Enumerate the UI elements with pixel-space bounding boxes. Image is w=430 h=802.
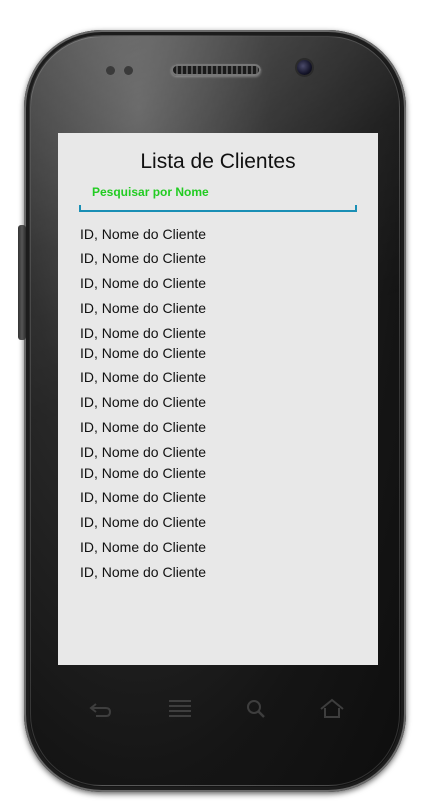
client-list-item[interactable]: ID, Nome do Cliente — [80, 250, 206, 266]
proximity-sensor — [106, 66, 115, 75]
light-sensor — [124, 66, 133, 75]
client-list-item[interactable]: ID, Nome do Cliente — [80, 369, 206, 385]
search-input-label: Pesquisar por Nome — [92, 185, 209, 199]
client-list-item[interactable]: ID, Nome do Cliente — [80, 539, 206, 555]
client-list-item[interactable]: ID, Nome do Cliente — [80, 564, 206, 580]
client-list-item[interactable]: ID, Nome do Cliente — [80, 300, 206, 316]
client-list-item[interactable]: ID, Nome do Cliente — [80, 226, 206, 242]
page-title: Lista de Clientes — [140, 150, 296, 173]
menu-icon[interactable] — [166, 696, 194, 722]
client-list-item[interactable]: ID, Nome do Cliente — [80, 394, 206, 410]
back-icon[interactable] — [86, 696, 114, 722]
client-list-item[interactable]: ID, Nome do Cliente — [80, 345, 206, 361]
client-list-item[interactable]: ID, Nome do Cliente — [80, 465, 206, 481]
front-camera — [297, 60, 312, 75]
earpiece-speaker — [171, 64, 261, 76]
search-icon[interactable] — [242, 696, 270, 722]
client-list-item[interactable]: ID, Nome do Cliente — [80, 444, 206, 460]
client-list-item[interactable]: ID, Nome do Cliente — [80, 514, 206, 530]
volume-button — [18, 225, 26, 340]
app-screen: Lista de Clientes Pesquisar por Nome ID,… — [58, 133, 378, 665]
client-list-item[interactable]: ID, Nome do Cliente — [80, 489, 206, 505]
client-list-item[interactable]: ID, Nome do Cliente — [80, 325, 206, 341]
client-list-item[interactable]: ID, Nome do Cliente — [80, 419, 206, 435]
search-input[interactable] — [79, 205, 357, 212]
client-list-item[interactable]: ID, Nome do Cliente — [80, 275, 206, 291]
navigation-bar — [58, 690, 378, 730]
home-icon[interactable] — [318, 696, 346, 722]
